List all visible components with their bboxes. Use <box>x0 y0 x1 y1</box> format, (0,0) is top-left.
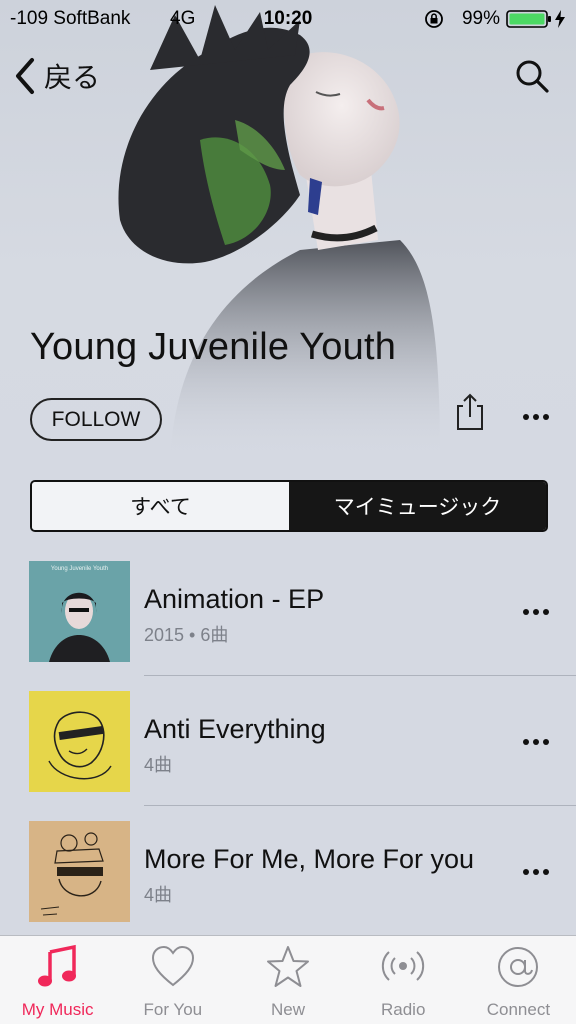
more-dots-icon[interactable] <box>520 405 552 429</box>
radio-waves-icon <box>382 951 425 981</box>
back-label: 戻る <box>44 62 101 93</box>
share-icon[interactable] <box>454 392 486 432</box>
battery-icon <box>506 10 551 28</box>
tab-label: Connect <box>486 1000 551 1019</box>
tab-new[interactable]: New <box>230 936 345 1024</box>
album-meta: 2015 • 6曲 <box>144 625 229 645</box>
library-filter-segmented-control: すべて マイミュージック <box>30 480 548 532</box>
tab-label: For You <box>143 1000 203 1019</box>
chevron-left-icon <box>16 58 34 94</box>
tab-my-music[interactable]: My Music <box>0 936 115 1024</box>
tab-connect[interactable]: Connect <box>461 936 576 1024</box>
list-item[interactable]: Anti Everything 4曲 <box>0 676 576 806</box>
list-item[interactable]: Young Juvenile Youth Animation - EP 2015… <box>0 546 576 676</box>
album-cover-text: Young Juvenile Youth <box>51 566 108 572</box>
artist-name: Young Juvenile Youth <box>30 326 397 368</box>
segment-all[interactable]: すべて <box>32 482 289 530</box>
charging-icon <box>555 10 565 28</box>
music-note-icon <box>37 944 76 987</box>
search-icon[interactable] <box>514 58 550 94</box>
heart-icon <box>151 945 194 987</box>
tab-radio[interactable]: Radio <box>346 936 461 1024</box>
album-title[interactable]: Anti Everything <box>144 714 326 745</box>
album-meta: 4曲 <box>144 755 173 775</box>
back-button[interactable]: 戻る <box>14 56 100 96</box>
tab-label: Radio <box>381 1000 426 1019</box>
more-dots-icon[interactable] <box>520 601 552 623</box>
album-title[interactable]: More For Me, More For you <box>144 844 474 875</box>
list-item[interactable]: More For Me, More For you 4曲 <box>0 806 576 936</box>
album-cover-animation[interactable]: Young Juvenile Youth <box>29 561 130 662</box>
tab-for-you[interactable]: For You <box>115 936 230 1024</box>
more-dots-icon[interactable] <box>520 731 552 753</box>
album-meta: 4曲 <box>144 885 173 905</box>
status-bar: -109 SoftBank 4G 10:20 99% <box>0 0 576 40</box>
rotation-lock-icon <box>425 10 443 28</box>
album-list: Young Juvenile Youth Animation - EP 2015… <box>0 546 576 936</box>
tab-bar: My Music For You New Radio Connect <box>0 935 576 1024</box>
battery-percentage: 99% <box>461 8 500 29</box>
follow-button[interactable]: FOLLOW <box>30 398 162 441</box>
segment-my-music[interactable]: マイミュージック <box>289 482 546 530</box>
star-icon <box>267 946 309 987</box>
more-dots-icon[interactable] <box>520 861 552 883</box>
album-cover-anti-everything[interactable] <box>29 691 130 792</box>
album-title[interactable]: Animation - EP <box>144 584 324 615</box>
tab-label: New <box>271 1000 306 1019</box>
at-sign-icon <box>498 947 539 987</box>
album-cover-more-for-me[interactable] <box>29 821 130 922</box>
tab-label: My Music <box>21 1000 94 1019</box>
